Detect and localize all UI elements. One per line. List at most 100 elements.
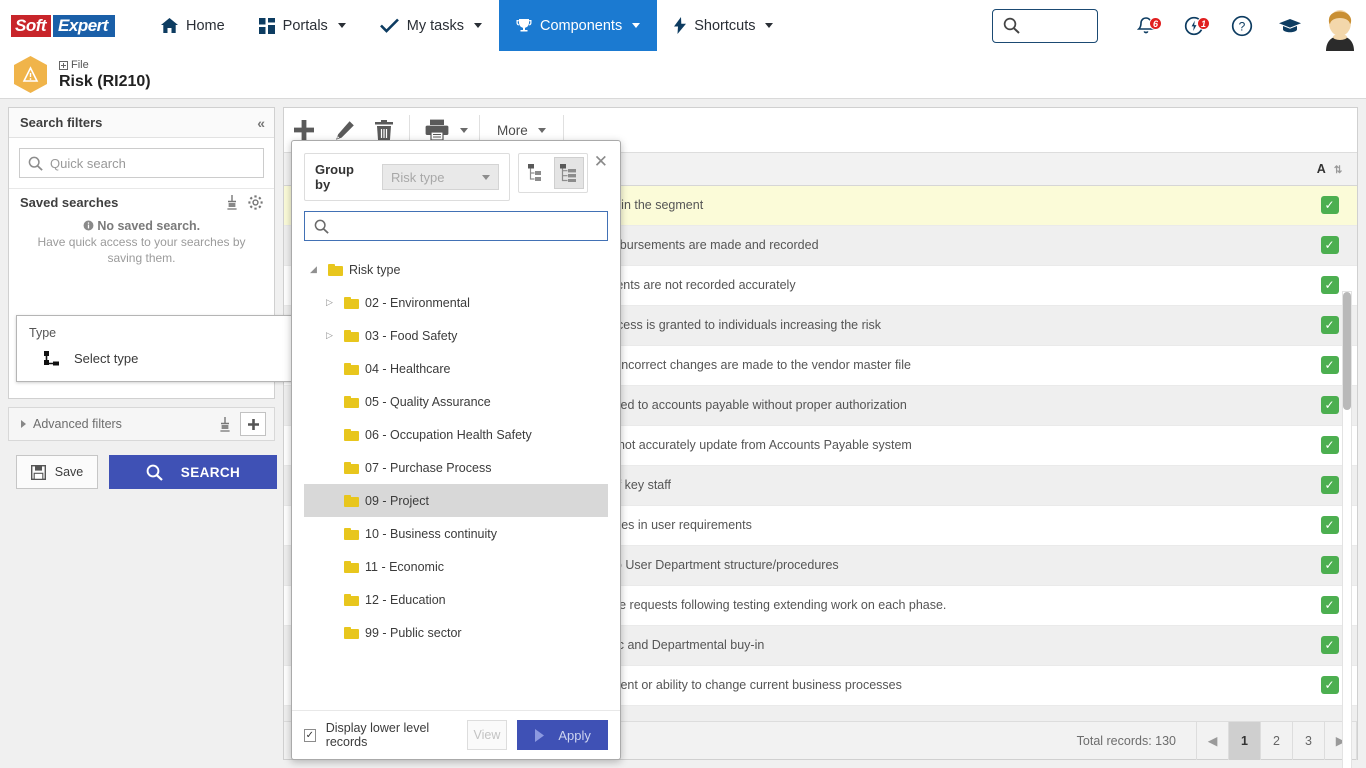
nav-item-components-label: Components xyxy=(540,18,622,34)
active-check-icon: ✓ xyxy=(1321,516,1339,534)
tree-node[interactable]: 12 - Education xyxy=(304,583,608,616)
tree-node[interactable]: 09 - Project xyxy=(304,484,608,517)
no-saved-search-hint: Have quick access to your searches by sa… xyxy=(23,234,260,266)
search-button-label: SEARCH xyxy=(181,465,240,480)
page-button-3[interactable]: 3 xyxy=(1293,722,1325,760)
view-button[interactable]: View xyxy=(467,720,508,750)
check-icon xyxy=(380,18,399,33)
softexpert-logo[interactable]: Soft Expert xyxy=(10,14,116,38)
grid-scrollbar-thumb[interactable] xyxy=(1343,292,1351,410)
active-check-icon: ✓ xyxy=(1321,356,1339,374)
page-button-1[interactable]: 1 xyxy=(1229,722,1261,760)
risk-type-tree: ◢Risk type▷02 - Environmental▷03 - Food … xyxy=(304,253,608,710)
folder-icon xyxy=(344,528,359,540)
chevron-down-icon xyxy=(765,23,773,28)
close-icon[interactable]: ✕ xyxy=(594,153,608,169)
cell-active-flag: ✓ xyxy=(1302,185,1357,225)
tree-node[interactable]: 05 - Quality Assurance xyxy=(304,385,608,418)
search-filters-sidebar: Search filters « Quick search Saved sear… xyxy=(8,107,275,760)
cell-risk-name: Loss to project of key staff xyxy=(516,465,1302,505)
display-lower-level-checkbox[interactable]: ✓ xyxy=(304,729,316,742)
active-check-icon: ✓ xyxy=(1321,236,1339,254)
grid-scrollbar[interactable] xyxy=(1342,291,1352,768)
column-header-active[interactable]: A ⇅ xyxy=(1302,153,1357,185)
cell-risk-name: Unauthorized disbursements are made and … xyxy=(516,225,1302,265)
expand-plus-icon[interactable] xyxy=(59,61,68,70)
chevron-down-icon xyxy=(474,23,482,28)
select-type-row[interactable]: Select type xyxy=(29,350,286,367)
tree-expanded-arrow-icon[interactable]: ◢ xyxy=(310,264,322,275)
main-menu: Home Portals My tasks Components xyxy=(144,0,791,51)
chevron-right-icon xyxy=(21,420,26,428)
nav-item-home[interactable]: Home xyxy=(144,0,242,51)
search-button[interactable]: SEARCH xyxy=(109,455,277,489)
nav-item-home-label: Home xyxy=(186,18,225,34)
folder-icon xyxy=(344,594,359,606)
page-button-2[interactable]: 2 xyxy=(1261,722,1293,760)
trash-icon xyxy=(374,120,394,141)
tree-node[interactable]: ◢Risk type xyxy=(304,253,608,286)
tree-node[interactable]: 07 - Purchase Process xyxy=(304,451,608,484)
tree-layout-horizontal-button[interactable] xyxy=(522,157,552,189)
notifications-button[interactable]: 6 xyxy=(1122,0,1170,51)
cell-risk-name: Invoices are posted to accounts payable … xyxy=(516,385,1302,425)
global-search-input[interactable] xyxy=(992,9,1098,43)
advanced-filters-bar[interactable]: Advanced filters xyxy=(8,407,275,441)
total-records-label: Total records: 130 xyxy=(1057,734,1196,748)
main-content: Search filters « Quick search Saved sear… xyxy=(0,99,1366,768)
tree-node-label: 07 - Purchase Process xyxy=(365,461,491,475)
collapse-sidebar-button[interactable]: « xyxy=(257,115,263,131)
help-button[interactable]: ? xyxy=(1218,0,1266,51)
folder-icon xyxy=(328,264,343,276)
academy-button[interactable] xyxy=(1266,0,1314,51)
messages-button[interactable]: 1 xyxy=(1170,0,1218,51)
quick-search-input[interactable]: Quick search xyxy=(19,148,264,178)
save-button[interactable]: Save xyxy=(16,455,98,489)
tree-collapsed-arrow-icon[interactable]: ▷ xyxy=(326,330,338,341)
nav-item-my-tasks[interactable]: My tasks xyxy=(363,0,499,51)
tree-node[interactable]: ▷02 - Environmental xyxy=(304,286,608,319)
dialog-footer: ✓ Display lower level records View Apply xyxy=(292,710,620,759)
search-icon xyxy=(1003,17,1020,34)
clear-filters-icon[interactable] xyxy=(225,195,239,210)
folder-icon xyxy=(344,363,359,375)
logo-expert-text: Expert xyxy=(52,14,116,38)
apply-button[interactable]: Apply xyxy=(517,720,608,750)
active-check-icon: ✓ xyxy=(1321,676,1339,694)
tree-node[interactable]: 04 - Healthcare xyxy=(304,352,608,385)
search-filters-title: Search filters xyxy=(20,115,102,130)
gear-icon[interactable] xyxy=(248,195,263,210)
question-icon: ? xyxy=(1231,15,1253,37)
cell-risk-name: Volume of change requests following test… xyxy=(516,585,1302,625)
tree-node[interactable]: ▷03 - Food Safety xyxy=(304,319,608,352)
tree-collapsed-arrow-icon[interactable]: ▷ xyxy=(326,297,338,308)
active-check-icon: ✓ xyxy=(1321,476,1339,494)
nav-item-components[interactable]: Components xyxy=(499,0,657,51)
tree-node[interactable]: 99 - Public sector xyxy=(304,616,608,649)
nav-item-shortcuts[interactable]: Shortcuts xyxy=(657,0,790,51)
cell-risk-name: Cash disbursements are not recorded accu… xyxy=(516,265,1302,305)
search-filters-header: Search filters « xyxy=(9,108,274,138)
tree-layout-vertical-button[interactable] xyxy=(554,157,584,189)
tree-search-input[interactable] xyxy=(304,211,608,241)
active-check-icon: ✓ xyxy=(1321,556,1339,574)
folder-icon xyxy=(344,627,359,639)
nav-item-portals[interactable]: Portals xyxy=(242,0,363,51)
folder-icon xyxy=(344,495,359,507)
display-lower-level-label: Display lower level records xyxy=(326,721,457,749)
tree-node[interactable]: 11 - Economic xyxy=(304,550,608,583)
tree-node[interactable]: 10 - Business continuity xyxy=(304,517,608,550)
add-advanced-filter-button[interactable] xyxy=(240,412,266,436)
clear-advanced-filters-icon[interactable] xyxy=(218,417,232,432)
tree-node[interactable]: 06 - Occupation Health Safety xyxy=(304,418,608,451)
add-icon xyxy=(293,119,315,141)
previous-page-button[interactable]: ◀ xyxy=(1197,722,1229,760)
user-avatar[interactable] xyxy=(1314,0,1366,51)
breadcrumb: File xyxy=(59,59,151,72)
column-header-name[interactable]: Name ⇅ xyxy=(516,153,1302,185)
tree-node-label: 09 - Project xyxy=(365,494,429,508)
group-by-label: Group by xyxy=(315,162,372,192)
saved-searches-header: Saved searches xyxy=(9,188,274,214)
next-page-button[interactable]: ▶ xyxy=(1325,722,1357,760)
group-by-select[interactable]: Risk type xyxy=(382,164,499,190)
